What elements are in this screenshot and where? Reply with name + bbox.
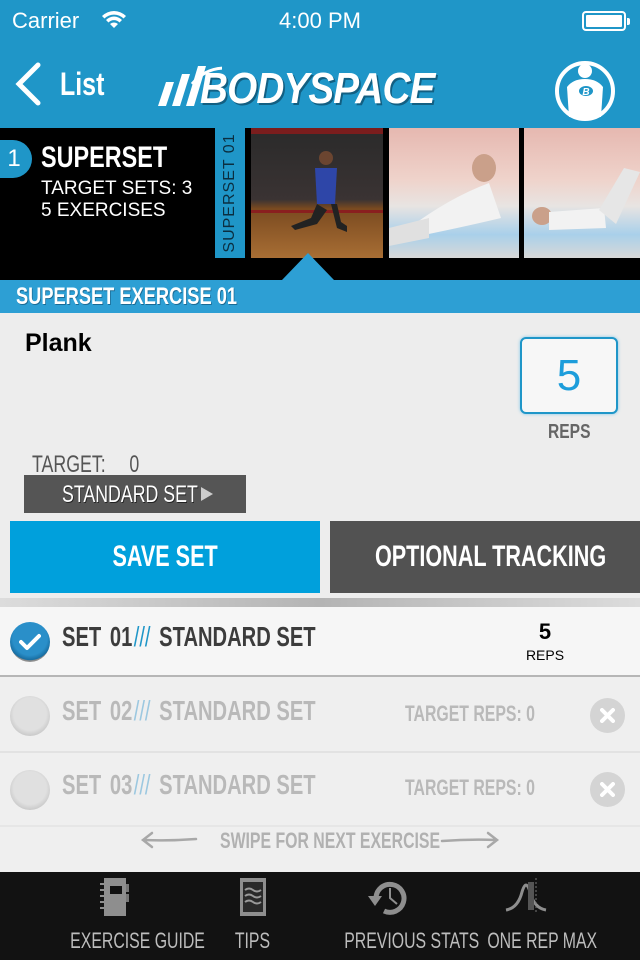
- section-header: SUPERSET EXERCISE 01: [0, 280, 640, 313]
- set-label: SET 03///STANDARD SET: [62, 769, 316, 800]
- back-button[interactable]: List: [14, 58, 117, 110]
- set-reps-label: REPS: [525, 647, 565, 663]
- history-clock-icon: [368, 881, 407, 915]
- target-value: 0: [129, 451, 140, 478]
- crunch-thumbnail[interactable]: [524, 128, 640, 258]
- set-row[interactable]: SET 02///STANDARD SET TARGET REPS: 0: [0, 679, 640, 753]
- target-label: TARGET:: [32, 451, 106, 478]
- superset-title: SUPERSET: [41, 141, 168, 174]
- exercise-panel: Plank 5 REPS TARGET: 0 STANDARD SET SAVE …: [0, 313, 640, 608]
- swipe-hint: SWIPE FOR NEXT EXERCISE: [0, 826, 640, 856]
- delete-set-button[interactable]: [590, 772, 625, 807]
- optional-tracking-button[interactable]: OPTIONAL TRACKING: [330, 521, 640, 593]
- svg-text:B: B: [582, 87, 589, 98]
- tab-one-rep-max[interactable]: ONE REP MAX: [466, 872, 598, 960]
- profile-icon[interactable]: B: [553, 57, 617, 121]
- set-label: SET 02///STANDARD SET: [62, 695, 316, 726]
- superset-vertical-label: SUPERSET 01: [221, 133, 238, 253]
- close-icon: [600, 708, 615, 723]
- notebook-icon: [100, 878, 129, 916]
- tab-label: TIPS: [234, 928, 270, 953]
- reps-input[interactable]: 5: [520, 337, 618, 414]
- clock: 4:00 PM: [279, 8, 361, 33]
- arrow-right-icon: [440, 831, 500, 849]
- swipe-hint-text: SWIPE FOR NEXT EXERCISE: [220, 828, 441, 853]
- kneeling-exercise-thumbnail[interactable]: [251, 128, 383, 258]
- save-set-button[interactable]: SAVE SET: [10, 521, 320, 593]
- set-row[interactable]: SET 01///STANDARD SET 5 REPS: [0, 607, 640, 677]
- athlete-figure-icon: [389, 154, 501, 246]
- target-sets: TARGET SETS: 3: [41, 178, 193, 199]
- notes-icon: [240, 878, 266, 916]
- bottom-tab-bar: EXERCISE GUIDE TIPS PREVIOUS STATS ONE R…: [0, 872, 640, 960]
- athlete-figure-icon: [532, 168, 640, 230]
- section-title: SUPERSET EXERCISE 01: [16, 283, 237, 310]
- set-type-label: STANDARD SET: [62, 481, 198, 508]
- tab-label: ONE REP MAX: [487, 928, 598, 953]
- tab-exercise-guide[interactable]: EXERCISE GUIDE: [44, 872, 205, 960]
- active-exercise-pointer: [282, 253, 334, 280]
- exercise-name: Plank: [25, 329, 92, 357]
- superset-number-badge: 1: [0, 140, 32, 178]
- target-reps: TARGET REPS: 0: [405, 775, 535, 800]
- close-icon: [600, 782, 615, 797]
- bodyspace-logo: BODYSPACE: [152, 62, 490, 113]
- athlete-figure-icon: [251, 128, 383, 232]
- set-label: SET 01///STANDARD SET: [62, 621, 316, 652]
- bell-curve-icon: [505, 878, 547, 912]
- tab-tips[interactable]: TIPS: [212, 872, 292, 960]
- exercise-count: 5 EXERCISES: [41, 200, 166, 221]
- delete-set-button[interactable]: [590, 698, 625, 733]
- tab-label: EXERCISE GUIDE: [70, 928, 205, 953]
- target-reps: TARGET REPS: 0: [405, 701, 535, 726]
- top-bar: Carrier 4:00 PM List BODYSPACE B: [0, 0, 640, 128]
- chevron-left-icon: [15, 62, 41, 106]
- arrow-left-icon: [140, 831, 198, 849]
- reps-label: REPS: [547, 421, 591, 443]
- set-row[interactable]: SET 03///STANDARD SET TARGET REPS: 0: [0, 753, 640, 827]
- superset-vertical-tab: SUPERSET 01: [215, 128, 245, 258]
- set-checkbox-unchecked[interactable]: [10, 770, 50, 810]
- status-bar: Carrier 4:00 PM: [0, 0, 640, 40]
- play-arrow-icon: [201, 487, 213, 501]
- set-type-selector[interactable]: STANDARD SET: [24, 475, 246, 513]
- tab-label: PREVIOUS STATS: [344, 928, 480, 953]
- back-label: List: [60, 65, 105, 102]
- tab-previous-stats[interactable]: PREVIOUS STATS: [318, 872, 480, 960]
- set-checkbox-checked[interactable]: [10, 622, 50, 662]
- set-checkbox-unchecked[interactable]: [10, 696, 50, 736]
- superset-strip: 1 SUPERSET TARGET SETS: 3 5 EXERCISES SU…: [0, 128, 640, 280]
- battery-icon: [582, 11, 630, 31]
- checkmark-icon: [19, 634, 41, 650]
- logo-text: BODYSPACE: [200, 64, 435, 113]
- set-reps-value: 5: [538, 619, 552, 644]
- side-plank-thumbnail[interactable]: [389, 128, 519, 258]
- set-reps: 5 REPS: [515, 619, 575, 663]
